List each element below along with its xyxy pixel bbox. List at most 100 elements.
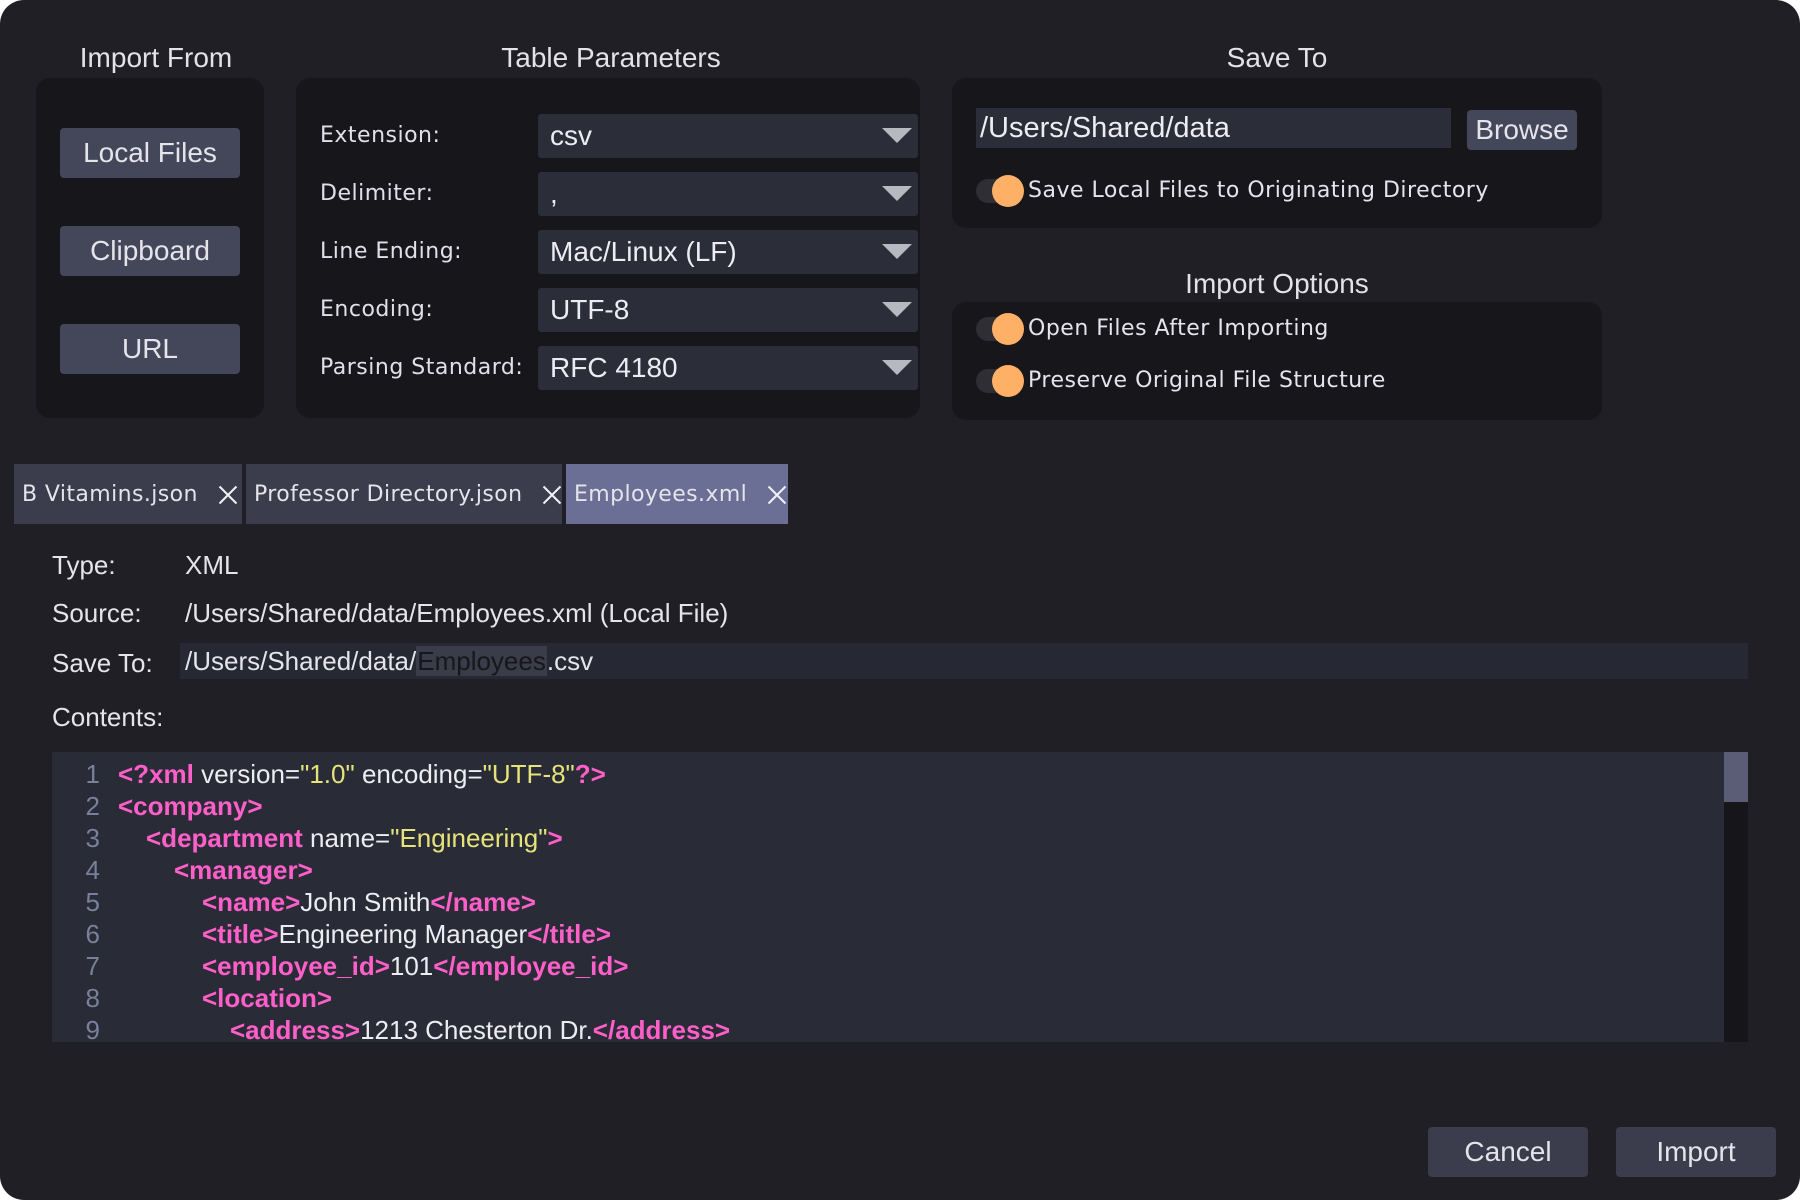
delimiter-row: Delimiter: , (320, 172, 920, 216)
preserve-structure-toggle[interactable] (976, 365, 1024, 397)
toggle-knob (992, 175, 1024, 207)
parsing-standard-row: Parsing Standard: RFC 4180 (320, 346, 920, 390)
open-files-toggle-row: Open Files After Importing (976, 312, 1576, 346)
type-label: Type: (52, 550, 116, 580)
save-originating-toggle-row: Save Local Files to Originating Director… (976, 174, 1576, 208)
delimiter-select[interactable]: , (538, 172, 918, 216)
close-icon[interactable] (216, 482, 230, 506)
code-token-str: "UTF-8" (482, 759, 575, 789)
code-line: 4 <manager> (52, 854, 1652, 886)
save-path-input[interactable] (976, 108, 1451, 148)
extension-select[interactable]: csv (538, 114, 918, 158)
code-token-tag: > (547, 823, 563, 853)
close-icon[interactable] (765, 482, 776, 506)
delimiter-value: , (550, 178, 558, 209)
line-number: 7 (85, 951, 100, 981)
parsing-standard-select[interactable]: RFC 4180 (538, 346, 918, 390)
code-token-attr: version= (193, 759, 301, 789)
chevron-down-icon (882, 244, 912, 259)
save-to-filename[interactable]: Employees (416, 646, 547, 676)
code-line: 6 <title>Engineering Manager</title> (52, 918, 1652, 950)
parsing-standard-label: Parsing Standard: (320, 355, 524, 380)
tab-label: Professor Directory.json (254, 481, 523, 507)
encoding-value: UTF-8 (550, 294, 630, 325)
url-button[interactable]: URL (60, 324, 240, 374)
extension-value: csv (550, 120, 592, 151)
toggle-knob (992, 313, 1024, 345)
tab-b-vitamins[interactable]: B Vitamins.json (14, 464, 242, 524)
line-number: 2 (85, 791, 100, 821)
tab-label: Employees.xml (574, 481, 748, 507)
contents-label: Contents: (52, 702, 164, 732)
import-options-title: Import Options (1185, 268, 1369, 299)
line-number: 3 (85, 823, 100, 853)
code-token-tag: <name> (202, 887, 301, 917)
encoding-row: Encoding: UTF-8 (320, 288, 920, 332)
chevron-down-icon (882, 302, 912, 317)
cancel-button[interactable]: Cancel (1428, 1127, 1588, 1177)
delimiter-label: Delimiter: (320, 181, 434, 206)
import-options-panel: Open Files After Importing Preserve Orig… (952, 302, 1602, 420)
line-ending-row: Line Ending: Mac/Linux (LF) (320, 230, 920, 274)
line-number: 1 (85, 759, 100, 789)
code-line: 3 <department name="Engineering"> (52, 822, 1652, 854)
tab-employees[interactable]: Employees.xml (566, 464, 788, 524)
encoding-select[interactable]: UTF-8 (538, 288, 918, 332)
code-token-tag: </name> (430, 887, 536, 917)
type-value: XML (185, 550, 239, 580)
extension-row: Extension: csv (320, 114, 920, 158)
source-value: /Users/Shared/data/Employees.xml (Local … (185, 598, 729, 628)
scrollbar[interactable] (1724, 752, 1748, 1042)
save-to-label: Save To: (52, 648, 153, 678)
code-token-txt: Engineering Manager (278, 919, 528, 949)
preserve-structure-toggle-row: Preserve Original File Structure (976, 364, 1576, 398)
preserve-structure-label: Preserve Original File Structure (1028, 368, 1386, 393)
line-number: 4 (85, 855, 100, 885)
parsing-standard-value: RFC 4180 (550, 352, 678, 383)
code-line: 9 <address>1213 Chesterton Dr.</address> (52, 1014, 1652, 1042)
local-files-button[interactable]: Local Files (60, 128, 240, 178)
tab-label: B Vitamins.json (22, 481, 198, 507)
code-token-tag: <address> (230, 1015, 361, 1042)
import-button[interactable]: Import (1616, 1127, 1776, 1177)
clipboard-button[interactable]: Clipboard (60, 226, 240, 276)
code-token-str: "Engineering" (390, 823, 548, 853)
code-token-tag: </address> (592, 1015, 731, 1042)
table-parameters-title: Table Parameters (501, 42, 721, 73)
contents-code-view[interactable]: 1 <?xml version="1.0" encoding="UTF-8"?> 2… (52, 752, 1748, 1042)
code-token-tag: <?xml (118, 759, 194, 789)
code-token-tag: </title> (527, 919, 612, 949)
close-icon[interactable] (540, 482, 550, 506)
encoding-label: Encoding: (320, 297, 434, 322)
save-originating-toggle[interactable] (976, 175, 1024, 207)
source-label: Source: (52, 598, 142, 628)
chevron-down-icon (882, 186, 912, 201)
tab-professor-directory[interactable]: Professor Directory.json (246, 464, 562, 524)
save-to-panel: Browse Save Local Files to Originating D… (952, 78, 1602, 228)
code-token-attr: encoding= (354, 759, 483, 789)
import-dialog: Import From Local Files Clipboard URL Ta… (0, 0, 1800, 1200)
scroll-thumb[interactable] (1724, 752, 1748, 802)
code-token-attr: name= (302, 823, 391, 853)
line-number: 6 (85, 919, 100, 949)
code-line: 2 <company> (52, 790, 1652, 822)
code-token-tag: <manager> (174, 855, 313, 885)
open-files-toggle[interactable] (976, 313, 1024, 345)
line-number: 8 (85, 983, 100, 1013)
save-to-filename-field[interactable]: /Users/Shared/data/Employees.csv (180, 643, 1748, 679)
open-files-label: Open Files After Importing (1028, 316, 1329, 341)
line-ending-select[interactable]: Mac/Linux (LF) (538, 230, 918, 274)
toggle-knob (992, 365, 1024, 397)
save-to-extension: .csv (546, 646, 594, 676)
line-ending-value: Mac/Linux (LF) (550, 236, 737, 267)
code-token-str: "1.0" (300, 759, 355, 789)
code-token-tag: <location> (202, 983, 333, 1013)
line-number: 5 (85, 887, 100, 917)
code-token-tag: <employee_id> (202, 951, 390, 981)
chevron-down-icon (882, 360, 912, 375)
file-tabs: B Vitamins.json Professor Directory.json… (14, 464, 792, 524)
table-parameters-panel: Extension: csv Delimiter: , Line Ending:… (296, 78, 920, 418)
code-token-tag: </employee_id> (433, 951, 629, 981)
save-to-title: Save To (1226, 42, 1328, 73)
browse-button[interactable]: Browse (1467, 110, 1577, 150)
